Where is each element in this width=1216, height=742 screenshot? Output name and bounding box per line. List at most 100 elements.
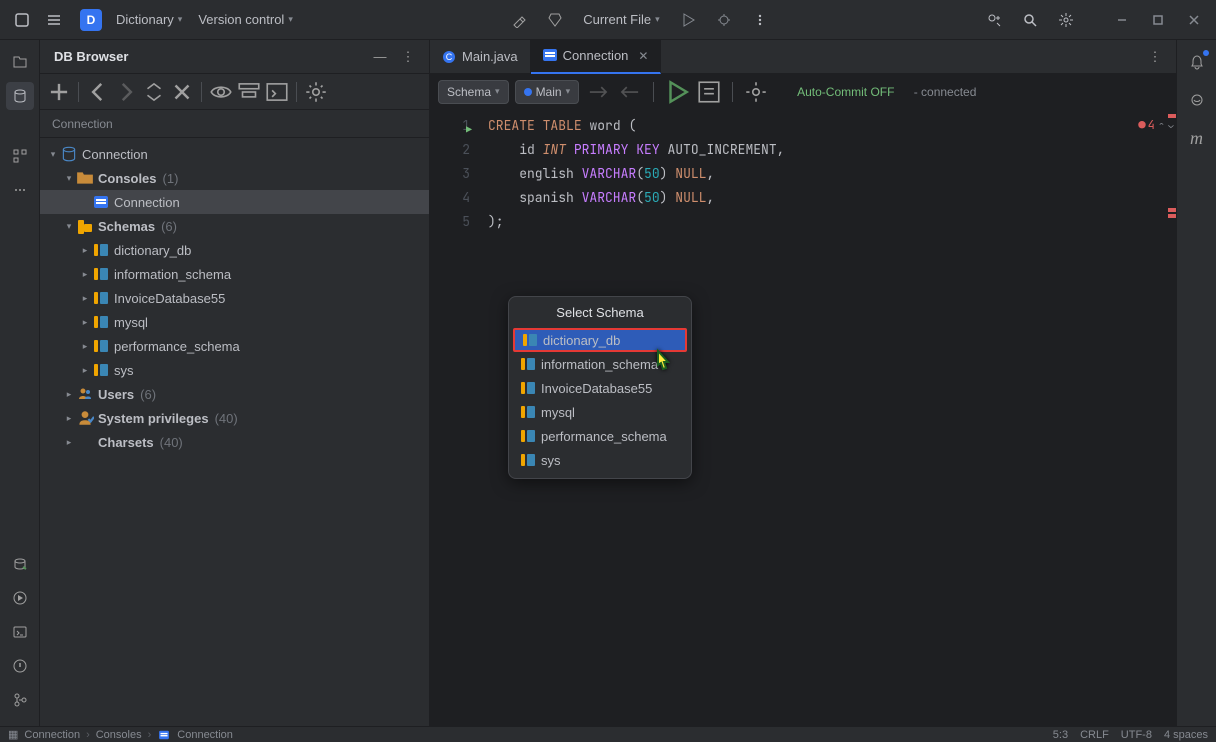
database-icon <box>60 146 78 162</box>
close-window-icon[interactable] <box>1180 6 1208 34</box>
tree-schema-item[interactable]: ▸sys <box>40 358 429 382</box>
run-tool-icon[interactable] <box>6 584 34 612</box>
titlebar: D Dictionary ▾ Version control ▾ Current… <box>0 0 1216 40</box>
chevron-right-icon: › <box>148 729 152 741</box>
editor-settings-icon[interactable] <box>743 79 769 105</box>
close-tab-icon[interactable]: ✕ <box>638 49 648 63</box>
error-marker[interactable] <box>1168 214 1176 218</box>
minimize-icon[interactable] <box>1108 6 1136 34</box>
tree-schemas[interactable]: ▾ Schemas (6) <box>40 214 429 238</box>
project-badge[interactable]: D <box>80 9 102 31</box>
more-tools-icon[interactable] <box>6 176 34 204</box>
schemas-icon <box>76 218 94 234</box>
code-with-me-icon[interactable] <box>980 6 1008 34</box>
problems-icon[interactable] <box>6 652 34 680</box>
popup-item[interactable]: InvoiceDatabase55 <box>509 376 691 400</box>
editor-tabs: C Main.java Connection ✕ ⋮ <box>430 40 1176 74</box>
run-config-dropdown[interactable]: Current File ▾ <box>577 8 665 31</box>
main-menu-icon[interactable] <box>40 6 68 34</box>
tree-schema-item[interactable]: ▸mysql <box>40 310 429 334</box>
services-icon[interactable] <box>6 550 34 578</box>
chevron-down-icon: ▾ <box>495 86 500 97</box>
maximize-icon[interactable] <box>1144 6 1172 34</box>
structure-icon[interactable] <box>6 142 34 170</box>
tree-count: (6) <box>140 387 156 402</box>
error-marker[interactable] <box>1168 114 1176 118</box>
console-icon[interactable] <box>264 79 290 105</box>
db-tree: ▾ Connection ▾ Consoles (1) Connection ▾… <box>40 138 429 726</box>
notifications-icon[interactable] <box>1183 48 1211 76</box>
vcs-icon[interactable] <box>6 686 34 714</box>
settings-icon[interactable] <box>1052 6 1080 34</box>
popup-item-dictionary-db[interactable]: dictionary_db <box>513 328 687 352</box>
right-tool-strip: m <box>1176 40 1216 726</box>
forward-icon[interactable] <box>113 79 139 105</box>
project-name-dropdown[interactable]: Dictionary ▾ <box>110 8 188 31</box>
panel-minimize-icon[interactable]: — <box>367 44 393 70</box>
build-icon[interactable] <box>541 6 569 34</box>
project-icon[interactable] <box>6 48 34 76</box>
error-marker[interactable] <box>1168 208 1176 212</box>
indent-info[interactable]: 4 spaces <box>1164 729 1208 741</box>
popup-item[interactable]: information_schema <box>509 352 691 376</box>
cursor-position[interactable]: 5:3 <box>1053 729 1068 741</box>
schema-icon <box>92 266 110 282</box>
tree-users[interactable]: ▸ Users (6) <box>40 382 429 406</box>
collapse-icon[interactable] <box>141 79 167 105</box>
tree-label: Connection <box>114 195 180 210</box>
explain-icon[interactable] <box>696 79 722 105</box>
tree-connection-root[interactable]: ▾ Connection <box>40 142 429 166</box>
tree-schema-item[interactable]: ▸performance_schema <box>40 334 429 358</box>
terminal-icon[interactable] <box>6 618 34 646</box>
tree-schema-item[interactable]: ▸dictionary_db <box>40 238 429 262</box>
tabs-right: ⋮ <box>1134 44 1176 70</box>
run-icon[interactable] <box>674 6 702 34</box>
execute-icon[interactable] <box>664 79 690 105</box>
tx-rollback-icon[interactable] <box>617 79 643 105</box>
tree-consoles[interactable]: ▾ Consoles (1) <box>40 166 429 190</box>
more-actions-icon[interactable] <box>746 6 774 34</box>
schema-icon <box>521 358 535 370</box>
popup-item[interactable]: sys <box>509 448 691 472</box>
tab-connection[interactable]: Connection ✕ <box>531 40 662 74</box>
tree-schema-item[interactable]: ▸InvoiceDatabase55 <box>40 286 429 310</box>
filter-icon[interactable] <box>236 79 262 105</box>
view-icon[interactable] <box>208 79 234 105</box>
add-icon[interactable] <box>46 79 72 105</box>
app-logo-icon[interactable] <box>8 6 36 34</box>
tree-privileges[interactable]: ▸ System privileges (40) <box>40 406 429 430</box>
popup-item[interactable]: performance_schema <box>509 424 691 448</box>
tree-console-item[interactable]: Connection <box>40 190 429 214</box>
popup-item-label: dictionary_db <box>543 333 620 348</box>
panel-options-icon[interactable]: ⋮ <box>395 44 421 70</box>
tab-label: Main.java <box>462 49 518 64</box>
gutter-run-icon[interactable]: ▶ <box>466 118 472 142</box>
schema-selector-button[interactable]: Schema ▾ <box>438 80 509 104</box>
encoding[interactable]: UTF-8 <box>1121 729 1152 741</box>
popup-title: Select Schema <box>509 297 691 328</box>
version-control-dropdown[interactable]: Version control ▾ <box>192 8 299 31</box>
db-browser-icon[interactable] <box>6 82 34 110</box>
tree-label: Schemas <box>98 219 155 234</box>
back-icon[interactable] <box>85 79 111 105</box>
toolbar-settings-icon[interactable] <box>303 79 329 105</box>
debug-icon[interactable] <box>710 6 738 34</box>
tab-main-java[interactable]: C Main.java <box>430 40 531 74</box>
search-icon[interactable] <box>1016 6 1044 34</box>
chevron-down-icon: ▾ <box>566 86 571 97</box>
chevron-up-icon[interactable]: ⌃ <box>1159 113 1164 137</box>
hammer-icon[interactable] <box>505 6 533 34</box>
popup-item[interactable]: mysql <box>509 400 691 424</box>
connection-breadcrumb: Connection <box>40 110 429 138</box>
session-button-label: Main <box>536 85 562 99</box>
tree-schema-item[interactable]: ▸information_schema <box>40 262 429 286</box>
line-ending[interactable]: CRLF <box>1080 729 1109 741</box>
session-selector-button[interactable]: Main ▾ <box>515 80 580 104</box>
maven-icon[interactable]: m <box>1183 124 1211 152</box>
tx-commit-icon[interactable] <box>585 79 611 105</box>
statusbar-breadcrumb[interactable]: ▦ Connection › Consoles › Connection <box>8 728 233 741</box>
ai-assistant-icon[interactable] <box>1183 86 1211 114</box>
tree-charsets[interactable]: ▸ Charsets (40) <box>40 430 429 454</box>
tab-options-icon[interactable]: ⋮ <box>1142 44 1168 70</box>
stop-icon[interactable] <box>169 79 195 105</box>
